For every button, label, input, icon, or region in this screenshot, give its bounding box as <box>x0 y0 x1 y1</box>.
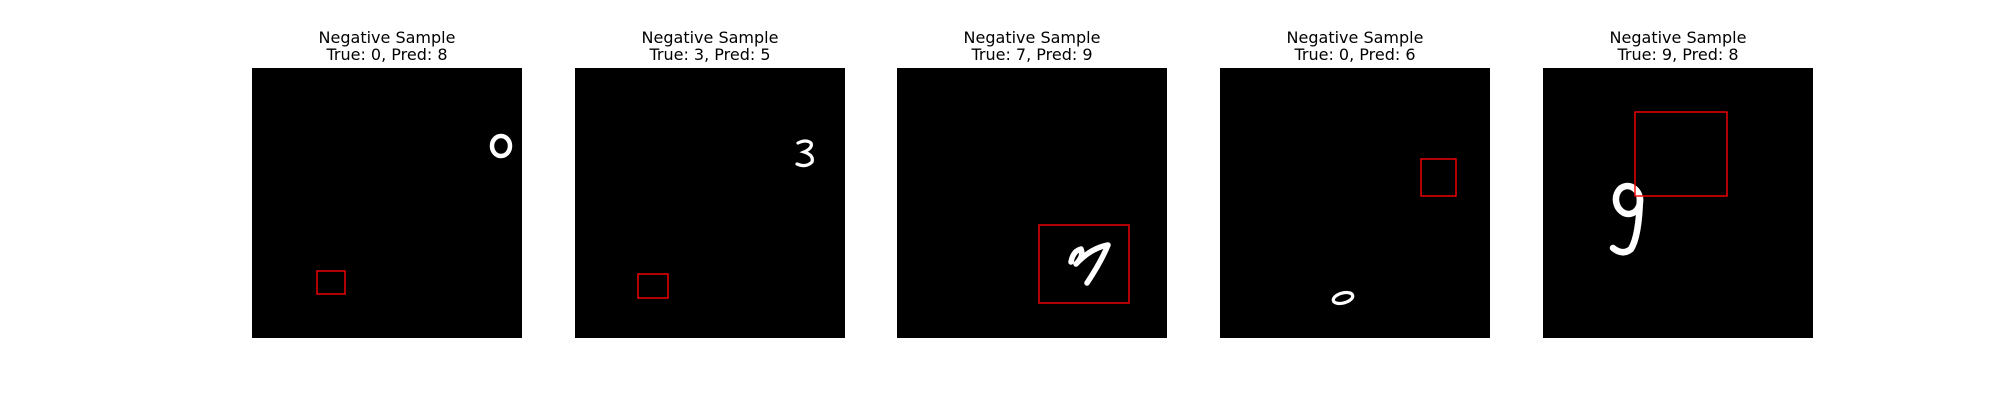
sample-image-canvas <box>637 139 814 299</box>
sample-image-canvas <box>1609 111 1728 256</box>
panel-label: True: 9, Pred: 8 <box>1617 45 1739 64</box>
panel-label: True: 0, Pred: 6 <box>1294 45 1416 64</box>
panel-title: Negative Sample <box>318 28 456 47</box>
sample-image-canvas <box>1331 158 1457 306</box>
panel-title: Negative Sample <box>963 28 1101 47</box>
sample-image-canvas <box>316 133 513 295</box>
panel-title: Negative Sample <box>1286 28 1424 47</box>
sample-panel-5: Negative Sample True: 9, Pred: 8 <box>1543 0 1813 400</box>
sample-image <box>252 68 522 338</box>
sample-panel-4: Negative Sample True: 0, Pred: 6 <box>1220 0 1490 400</box>
sample-panel-3: Negative Sample True: 7, Pred: 9 <box>897 0 1167 400</box>
digit-3-icon <box>795 139 814 168</box>
sample-image <box>575 68 845 338</box>
panel-title: Negative Sample <box>641 28 779 47</box>
sample-panel-2: Negative Sample True: 3, Pred: 5 <box>575 0 845 400</box>
bounding-box <box>637 273 669 299</box>
panel-label: True: 3, Pred: 5 <box>649 45 771 64</box>
bounding-box <box>1420 158 1457 197</box>
sample-image <box>1220 68 1490 338</box>
panel-label: True: 0, Pred: 8 <box>326 45 448 64</box>
panel-label: True: 7, Pred: 9 <box>971 45 1093 64</box>
digit-0-icon <box>1331 290 1355 306</box>
digit-7-icon <box>1068 242 1111 286</box>
sample-image <box>1543 68 1813 338</box>
digit-9-icon <box>1609 182 1644 256</box>
bounding-box <box>316 270 346 295</box>
panel-title: Negative Sample <box>1609 28 1747 47</box>
bounding-box <box>1038 224 1130 304</box>
sample-panel-1: Negative Sample True: 0, Pred: 8 <box>252 0 522 400</box>
sample-image <box>897 68 1167 338</box>
digit-0-icon <box>489 133 513 159</box>
bounding-box <box>1634 111 1728 197</box>
sample-image-canvas <box>1038 224 1130 304</box>
